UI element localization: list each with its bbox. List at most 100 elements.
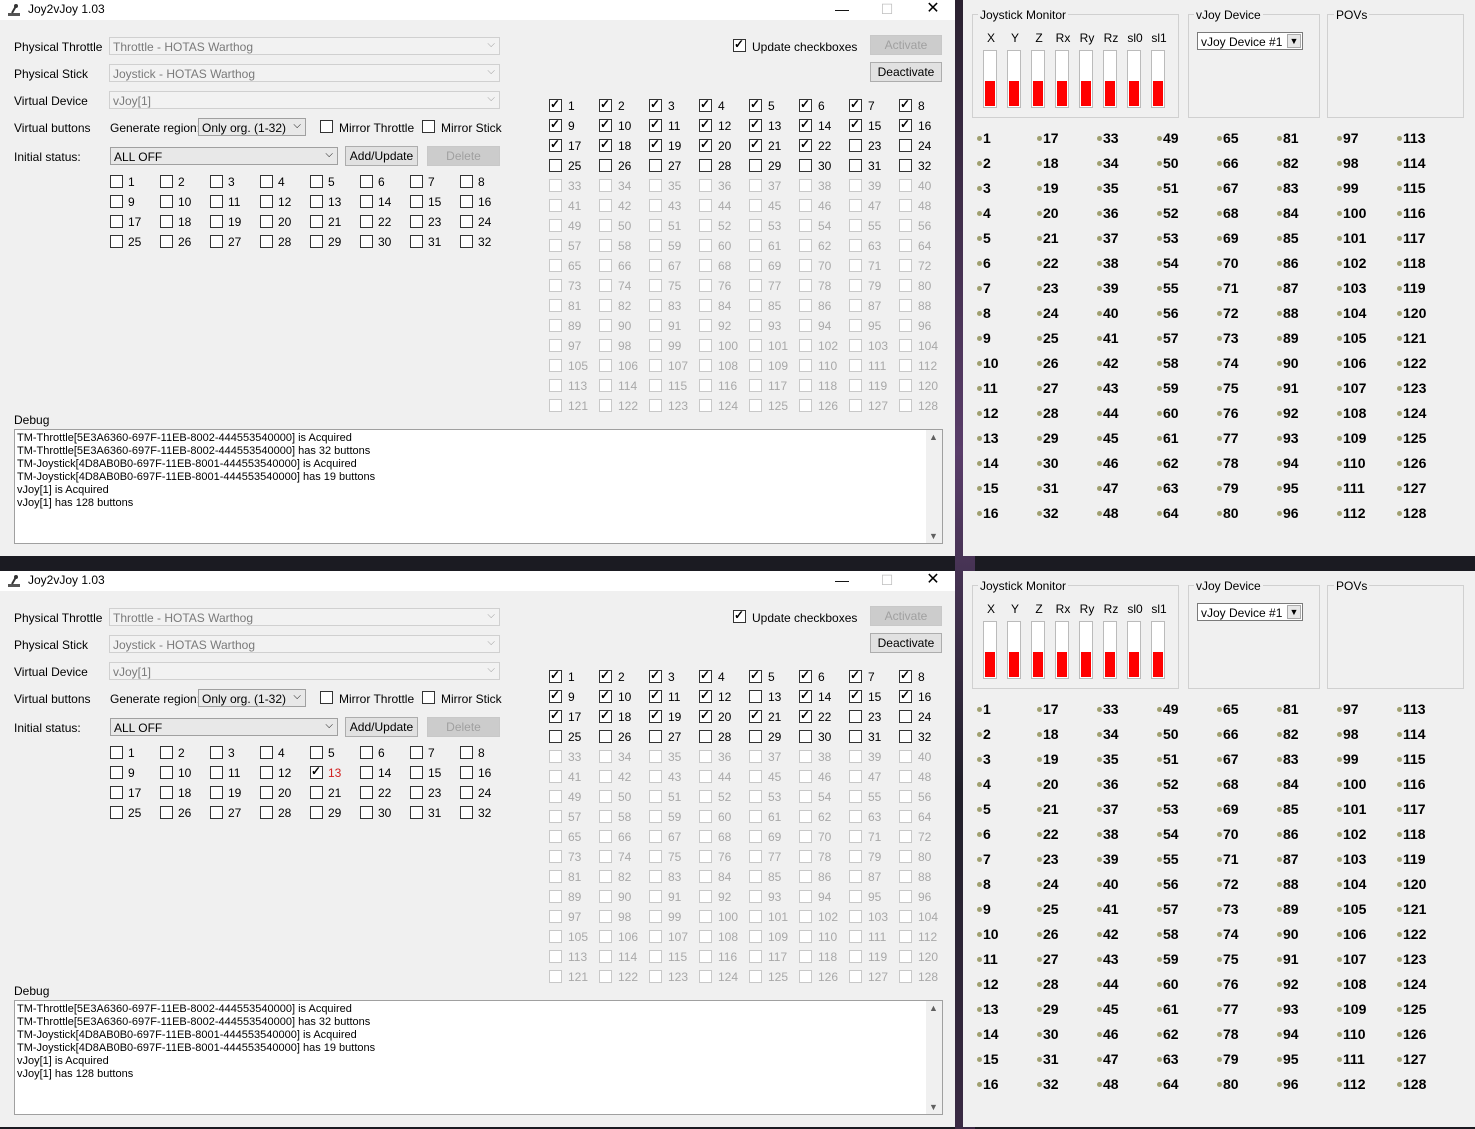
virtual-button-checkbox[interactable] [599,117,612,132]
deactivate-button[interactable]: Deactivate [870,62,942,82]
scroll-up-icon[interactable]: ▲ [929,432,938,442]
virtual-button-checkbox[interactable] [799,688,812,703]
virtual-button-checkbox[interactable] [549,850,562,863]
virtual-button-checkbox[interactable] [599,239,612,252]
virtual-button-checkbox[interactable] [899,179,912,192]
virtual-button-checkbox[interactable] [549,97,562,112]
initial-button-checkbox[interactable] [460,786,473,799]
virtual-button-checkbox[interactable] [849,850,862,863]
initial-button-checkbox[interactable] [360,786,373,799]
initial-button-checkbox[interactable] [210,215,223,228]
initial-button-checkbox[interactable] [360,175,373,188]
virtual-button-checkbox[interactable] [549,688,562,703]
initial-button-checkbox[interactable] [210,235,223,248]
virtual-button-checkbox[interactable] [849,730,862,743]
virtual-button-checkbox[interactable] [649,239,662,252]
initial-button-checkbox[interactable] [260,766,273,779]
generate-region-select[interactable]: Only org. (1-32) ⌵ [198,118,306,136]
virtual-button-checkbox[interactable] [649,299,662,312]
initial-button-checkbox[interactable] [210,195,223,208]
virtual-button-checkbox[interactable] [599,790,612,803]
virtual-button-checkbox[interactable] [699,339,712,352]
virtual-button-checkbox[interactable] [799,179,812,192]
virtual-button-checkbox[interactable] [599,259,612,272]
virtual-button-checkbox[interactable] [599,279,612,292]
initial-button-checkbox[interactable] [210,786,223,799]
virtual-button-checkbox[interactable] [599,179,612,192]
virtual-button-checkbox[interactable] [849,299,862,312]
virtual-button-checkbox[interactable] [699,299,712,312]
initial-button-checkbox[interactable] [310,215,323,228]
virtual-button-checkbox[interactable] [749,930,762,943]
initial-status-select[interactable]: ALL OFF ⌵ [110,147,338,165]
virtual-button-checkbox[interactable] [899,870,912,883]
virtual-button-checkbox[interactable] [599,159,612,172]
virtual-button-checkbox[interactable] [849,117,862,132]
virtual-button-checkbox[interactable] [899,890,912,903]
virtual-button-checkbox[interactable] [749,730,762,743]
initial-button-checkbox[interactable] [410,806,423,819]
initial-button-checkbox[interactable] [360,235,373,248]
debug-log[interactable]: TM-Throttle[5E3A6360-697F-11EB-8002-4445… [14,429,943,544]
virtual-button-checkbox[interactable] [799,359,812,372]
virtual-button-checkbox[interactable] [599,339,612,352]
virtual-button-checkbox[interactable] [649,790,662,803]
debug-scrollbar[interactable]: ▲ ▼ [926,430,942,543]
initial-button-checkbox[interactable] [310,806,323,819]
virtual-button-checkbox[interactable] [549,379,562,392]
virtual-button-checkbox[interactable] [849,319,862,332]
virtual-button-checkbox[interactable] [849,259,862,272]
virtual-button-checkbox[interactable] [899,339,912,352]
virtual-button-checkbox[interactable] [899,139,912,152]
virtual-button-checkbox[interactable] [799,379,812,392]
virtual-button-checkbox[interactable] [749,950,762,963]
virtual-button-checkbox[interactable] [849,790,862,803]
virtual-button-checkbox[interactable] [899,668,912,683]
virtual-button-checkbox[interactable] [699,379,712,392]
virtual-button-checkbox[interactable] [699,950,712,963]
virtual-button-checkbox[interactable] [649,770,662,783]
initial-button-checkbox[interactable] [110,195,123,208]
virtual-button-checkbox[interactable] [849,239,862,252]
virtual-button-checkbox[interactable] [849,910,862,923]
virtual-button-checkbox[interactable] [699,137,712,152]
virtual-button-checkbox[interactable] [799,810,812,823]
virtual-button-checkbox[interactable] [899,930,912,943]
virtual-button-checkbox[interactable] [799,830,812,843]
deactivate-button[interactable]: Deactivate [870,633,942,653]
virtual-button-checkbox[interactable] [849,930,862,943]
title-bar[interactable]: Joy2vJoy 1.03 — ☐ ✕ [0,0,955,20]
virtual-button-checkbox[interactable] [699,279,712,292]
virtual-button-checkbox[interactable] [599,750,612,763]
virtual-button-checkbox[interactable] [549,870,562,883]
virtual-button-checkbox[interactable] [599,199,612,212]
virtual-button-checkbox[interactable] [749,890,762,903]
virtual-button-checkbox[interactable] [799,259,812,272]
virtual-button-checkbox[interactable] [899,790,912,803]
virtual-button-checkbox[interactable] [599,379,612,392]
virtual-button-checkbox[interactable] [649,259,662,272]
mirror-stick-checkbox[interactable] [422,691,435,704]
initial-button-checkbox[interactable] [360,215,373,228]
initial-button-checkbox[interactable] [260,195,273,208]
virtual-button-checkbox[interactable] [549,930,562,943]
initial-button-checkbox[interactable] [260,746,273,759]
virtual-button-checkbox[interactable] [549,730,562,743]
initial-button-checkbox[interactable] [110,766,123,779]
initial-button-checkbox[interactable] [210,806,223,819]
virtual-button-checkbox[interactable] [649,219,662,232]
initial-button-checkbox[interactable] [160,195,173,208]
virtual-button-checkbox[interactable] [749,359,762,372]
virtual-button-checkbox[interactable] [649,179,662,192]
virtual-button-checkbox[interactable] [549,750,562,763]
virtual-button-checkbox[interactable] [849,750,862,763]
virtual-button-checkbox[interactable] [749,379,762,392]
initial-button-checkbox[interactable] [460,235,473,248]
virtual-button-checkbox[interactable] [799,708,812,723]
virtual-button-checkbox[interactable] [599,770,612,783]
virtual-button-checkbox[interactable] [749,708,762,723]
virtual-button-checkbox[interactable] [599,910,612,923]
virtual-button-checkbox[interactable] [749,117,762,132]
virtual-button-checkbox[interactable] [649,970,662,983]
initial-button-checkbox[interactable] [210,746,223,759]
